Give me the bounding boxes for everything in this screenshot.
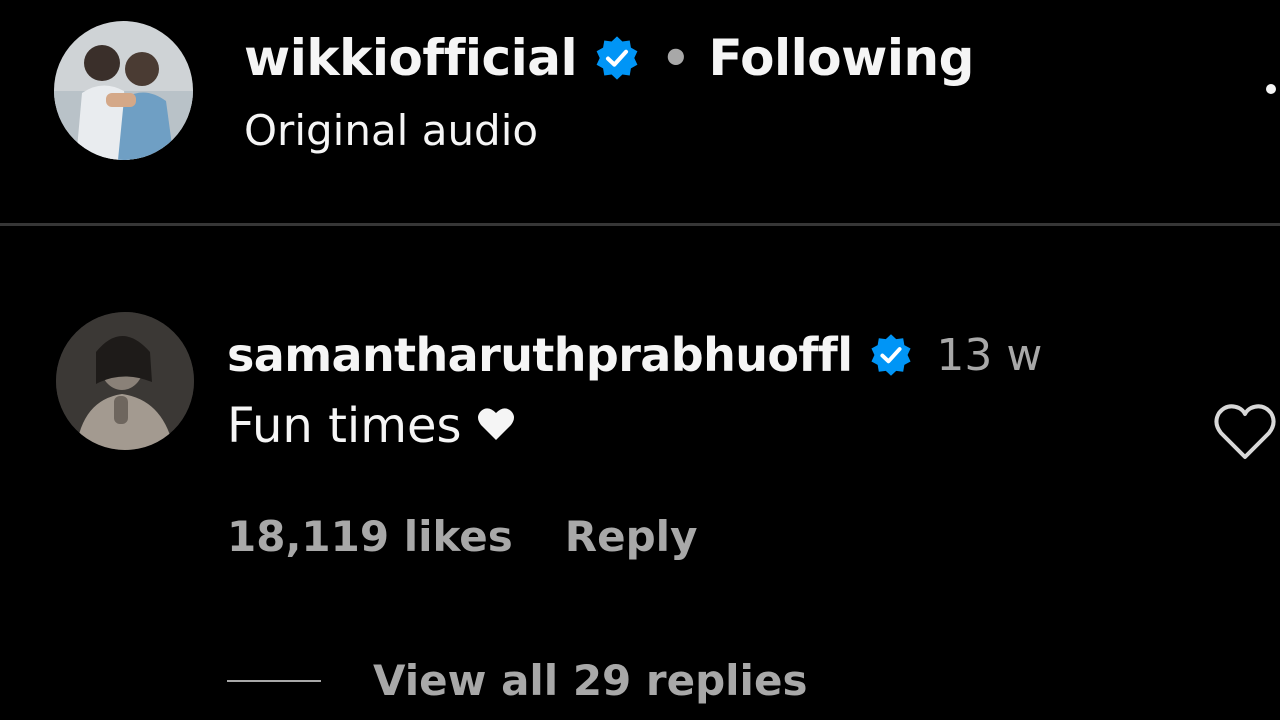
more-options-icon[interactable]	[1266, 84, 1276, 94]
comment-body: Fun times	[227, 398, 462, 454]
author-username[interactable]: wikkiofficial	[244, 29, 578, 87]
commenter-avatar[interactable]	[56, 312, 194, 450]
comment-header: samantharuthprabhuoffl 13 w	[227, 324, 1042, 386]
white-heart-emoji-icon	[476, 398, 516, 454]
likes-count[interactable]: 18,119 likes	[227, 512, 513, 561]
comment-meta: 18,119 likes Reply	[227, 512, 697, 561]
post-header: wikkiofficial • Following Original audio	[0, 0, 1280, 224]
author-line: wikkiofficial • Following	[244, 26, 974, 90]
separator-dot: •	[661, 31, 691, 85]
comment-item: samantharuthprabhuoffl 13 w Fun times 18…	[0, 226, 1280, 720]
author-avatar[interactable]	[54, 21, 193, 160]
reply-button[interactable]: Reply	[565, 512, 698, 561]
original-audio-link[interactable]: Original audio	[244, 106, 538, 155]
replies-line	[227, 679, 321, 682]
heart-outline-icon[interactable]	[1212, 402, 1278, 462]
comment-timestamp[interactable]: 13 w	[936, 330, 1042, 381]
verified-badge-icon	[868, 332, 914, 378]
comment-text: Fun times	[227, 398, 516, 454]
following-button[interactable]: Following	[709, 29, 975, 87]
view-replies-button[interactable]: View all 29 replies	[227, 656, 807, 705]
view-replies-label: View all 29 replies	[373, 656, 808, 705]
commenter-username[interactable]: samantharuthprabhuoffl	[227, 328, 853, 382]
verified-badge-icon	[593, 34, 641, 82]
